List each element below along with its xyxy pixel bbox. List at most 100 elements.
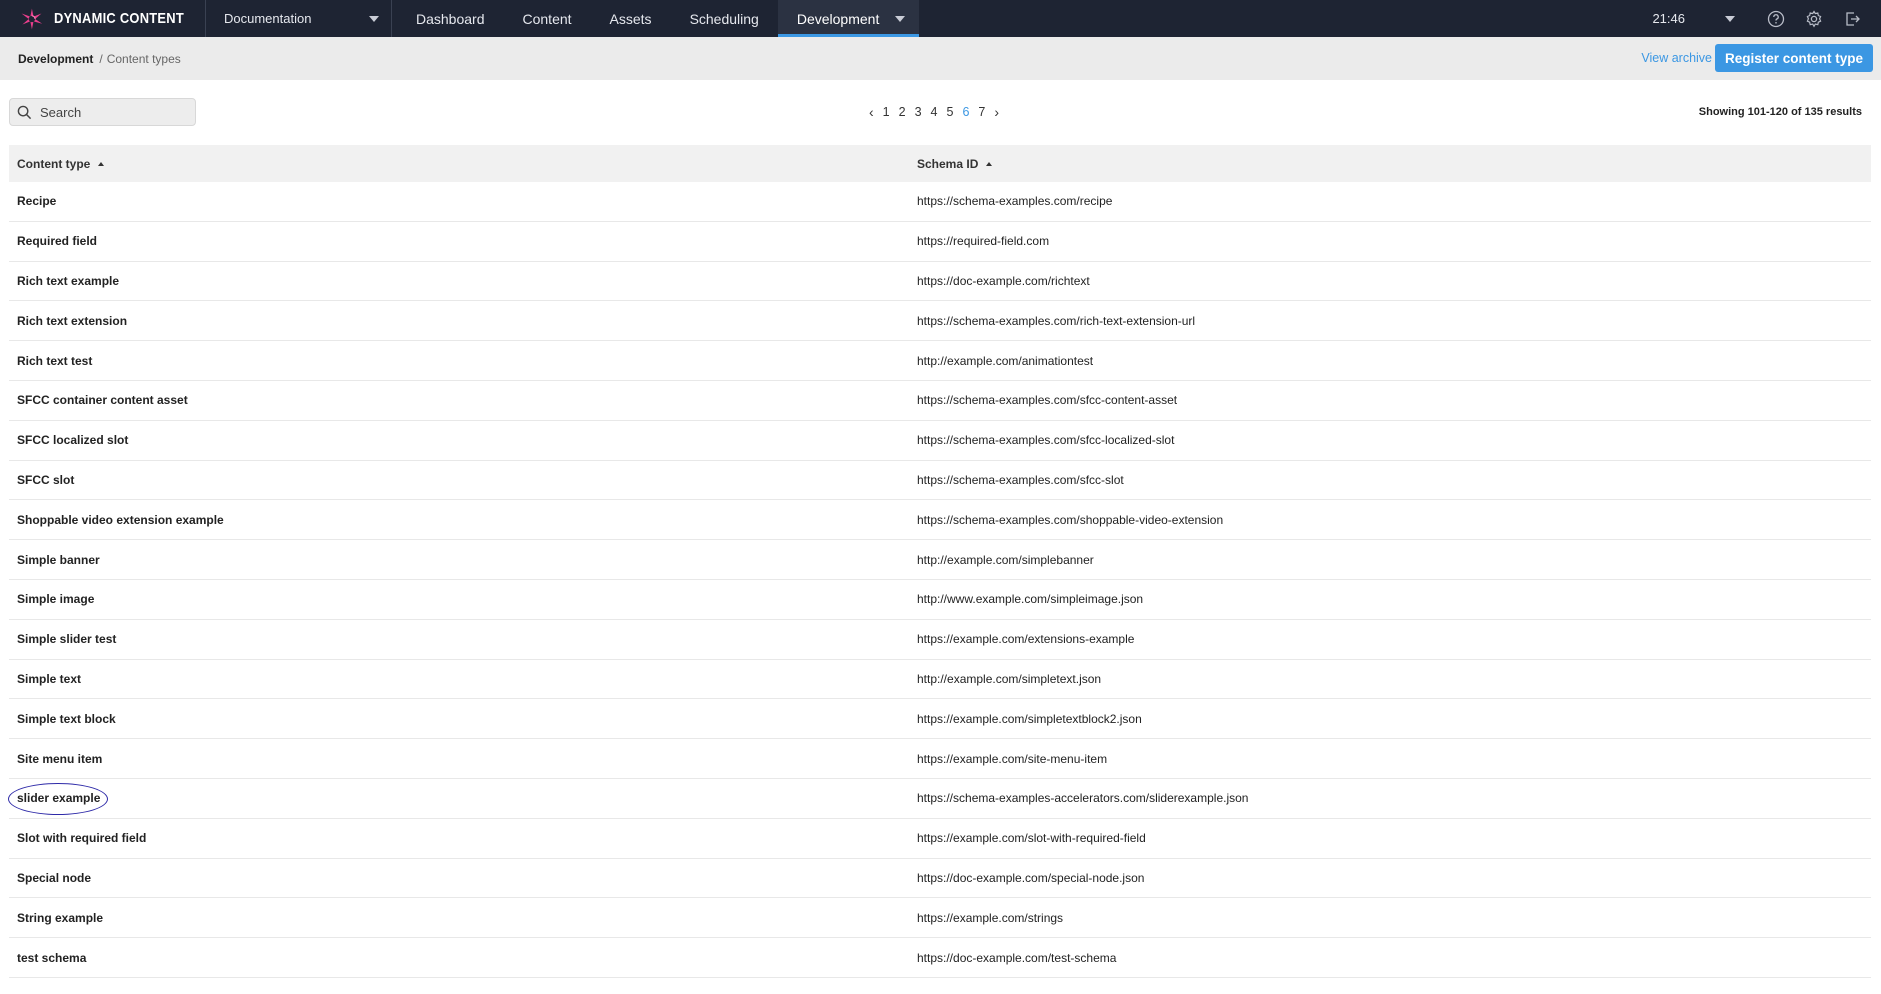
column-header-schema-id[interactable]: Schema ID	[917, 156, 993, 171]
content-type-name[interactable]: test schema	[9, 951, 917, 965]
view-archive-link[interactable]: View archive	[1641, 51, 1712, 65]
schema-id: https://doc-example.com/special-node.jso…	[917, 870, 1145, 885]
page-1[interactable]: 1	[883, 105, 890, 119]
chevron-down-icon[interactable]	[1725, 15, 1735, 22]
breadcrumb-leaf: Content types	[106, 51, 181, 66]
table-row[interactable]: Site menu item https://example.com/site-m…	[9, 739, 1871, 779]
page-3[interactable]: 3	[915, 105, 922, 119]
schema-id: https://schema-examples.com/sfcc-content…	[917, 393, 1178, 408]
table-row[interactable]: Shoppable video extension example https:/…	[9, 500, 1871, 541]
schema-id: https://example.com/slot-with-required-f…	[917, 831, 1146, 846]
content-type-name[interactable]: Shoppable video extension example	[9, 513, 917, 527]
logo[interactable]: DYNAMIC CONTENT	[0, 0, 206, 37]
page-5[interactable]: 5	[946, 105, 953, 119]
content-type-name[interactable]: Rich text extension	[9, 314, 917, 328]
table-row[interactable]: slider example https://schema-examples-ac…	[8, 779, 1871, 819]
schema-id: http://example.com/simpletext.json	[917, 671, 1102, 686]
schema-id: https://schema-examples.com/recipe	[917, 194, 1113, 209]
table-row[interactable]: Simple text http://example.com/simpletext…	[9, 660, 1871, 700]
schema-id: https://schema-examples-accelerators.com…	[917, 791, 1249, 806]
content-type-name[interactable]: slider example	[8, 783, 917, 816]
logo-text: DYNAMIC CONTENT	[53, 10, 184, 27]
logout-icon[interactable]	[1843, 10, 1861, 28]
content-type-name[interactable]: Simple text	[9, 672, 917, 686]
tab-scheduling[interactable]: Scheduling	[671, 0, 778, 37]
table-body: Recipe https://schema-examples.com/recipe…	[8, 182, 1871, 978]
table-row[interactable]: SFCC localized slot https://schema-exampl…	[9, 421, 1871, 461]
table-row[interactable]: String example https://example.com/string…	[9, 898, 1871, 939]
table-row[interactable]: Simple slider test https://example.com/ex…	[9, 620, 1871, 660]
content-type-name[interactable]: Special node	[9, 871, 917, 885]
search-box[interactable]	[9, 98, 196, 126]
content-type-name[interactable]: Rich text test	[9, 354, 917, 368]
schema-id: https://schema-examples.com/rich-text-ex…	[917, 313, 1196, 328]
breadcrumb: Development / Content types	[18, 52, 181, 66]
content-type-name[interactable]: Simple text block	[9, 712, 917, 726]
page-2[interactable]: 2	[899, 105, 906, 119]
table-row[interactable]: Simple text block https://example.com/sim…	[9, 699, 1871, 740]
content-type-name[interactable]: SFCC localized slot	[9, 433, 917, 447]
help-icon[interactable]	[1767, 10, 1785, 28]
table-row[interactable]: Recipe https://schema-examples.com/recipe	[9, 182, 1871, 222]
content-type-name[interactable]: Simple image	[9, 592, 917, 606]
content-type-name[interactable]: SFCC container content asset	[9, 393, 917, 407]
table-row[interactable]: Simple image http://www.example.com/simpl…	[9, 580, 1871, 620]
page-4[interactable]: 4	[931, 105, 938, 119]
hub-label: Documentation	[224, 11, 312, 26]
register-content-type-button[interactable]: Register content type	[1714, 44, 1873, 72]
table-row[interactable]: SFCC container content asset https://sche…	[9, 381, 1871, 421]
tab-development[interactable]: Development	[777, 0, 920, 37]
schema-id: https://schema-examples.com/shoppable-vi…	[917, 512, 1224, 527]
tab-content[interactable]: Content	[504, 0, 591, 37]
table-row[interactable]: Simple banner http://example.com/simpleba…	[9, 540, 1871, 580]
schema-id: https://doc-example.com/richtext	[917, 273, 1090, 288]
content-type-name[interactable]: Required field	[9, 234, 917, 248]
schema-id: https://required-field.com	[917, 234, 1050, 249]
table-row[interactable]: SFCC slot https://schema-examples.com/sfc…	[9, 461, 1871, 501]
table-row[interactable]: Slot with required field https://example.…	[9, 819, 1871, 859]
sub-header: Development / Content types View archive R…	[0, 37, 1881, 80]
search-input[interactable]	[40, 104, 190, 120]
table-row[interactable]: Rich text extension https://schema-exampl…	[9, 301, 1871, 342]
content-type-name[interactable]: Simple banner	[9, 553, 917, 567]
table-row[interactable]: Rich text test http://example.com/animati…	[9, 341, 1871, 381]
table-row[interactable]: Special node https://doc-example.com/spec…	[9, 859, 1871, 899]
pagination: ‹ 1 2 3 4 5 6 7 ›	[869, 104, 1008, 120]
next-page-icon[interactable]: ›	[994, 104, 999, 120]
table-row[interactable]: Required field https://required-field.com	[9, 222, 1871, 262]
page-6-current[interactable]: 6	[962, 105, 969, 119]
breadcrumb-root[interactable]: Development	[18, 52, 93, 66]
page-7[interactable]: 7	[978, 105, 985, 119]
column-label: Schema ID	[917, 156, 979, 171]
content-type-name[interactable]: String example	[9, 911, 917, 925]
schema-id: https://schema-examples.com/sfcc-localiz…	[917, 433, 1175, 448]
content-type-name[interactable]: Simple slider test	[9, 632, 917, 646]
column-label: Content type	[17, 156, 91, 171]
sort-ascending-icon	[98, 161, 105, 166]
tab-development-label: Development	[796, 10, 880, 27]
column-header-content-type[interactable]: Content type	[9, 157, 917, 171]
schema-id: https://example.com/strings	[917, 910, 1064, 925]
chevron-down-icon[interactable]	[895, 15, 906, 22]
clock: 21:46	[1652, 11, 1685, 26]
tab-assets[interactable]: Assets	[591, 0, 671, 37]
table-row[interactable]: Rich text example https://doc-example.com…	[9, 262, 1871, 302]
chevron-down-icon	[369, 15, 379, 22]
main-tabs: Dashboard Content Assets Scheduling Deve…	[397, 0, 920, 37]
content-type-name[interactable]: Rich text example	[9, 274, 917, 288]
table-header: Content type Schema ID	[9, 145, 1871, 182]
schema-id: https://example.com/extensions-example	[917, 632, 1135, 647]
tab-dashboard[interactable]: Dashboard	[397, 0, 504, 37]
search-icon	[17, 105, 32, 119]
content-type-name[interactable]: Slot with required field	[9, 831, 917, 845]
table-row[interactable]: test schema https://doc-example.com/test-…	[9, 938, 1871, 978]
hub-selector[interactable]: Documentation	[206, 0, 392, 37]
schema-id: http://www.example.com/simpleimage.json	[917, 592, 1144, 607]
content-type-name[interactable]: Site menu item	[9, 752, 917, 766]
top-nav: DYNAMIC CONTENT Documentation Dashboard …	[0, 0, 1881, 37]
prev-page-icon[interactable]: ‹	[869, 104, 874, 120]
schema-id: https://doc-example.com/test-schema	[917, 950, 1117, 965]
settings-icon[interactable]	[1805, 9, 1823, 28]
content-type-name[interactable]: SFCC slot	[9, 473, 917, 487]
content-type-name[interactable]: Recipe	[9, 194, 917, 208]
